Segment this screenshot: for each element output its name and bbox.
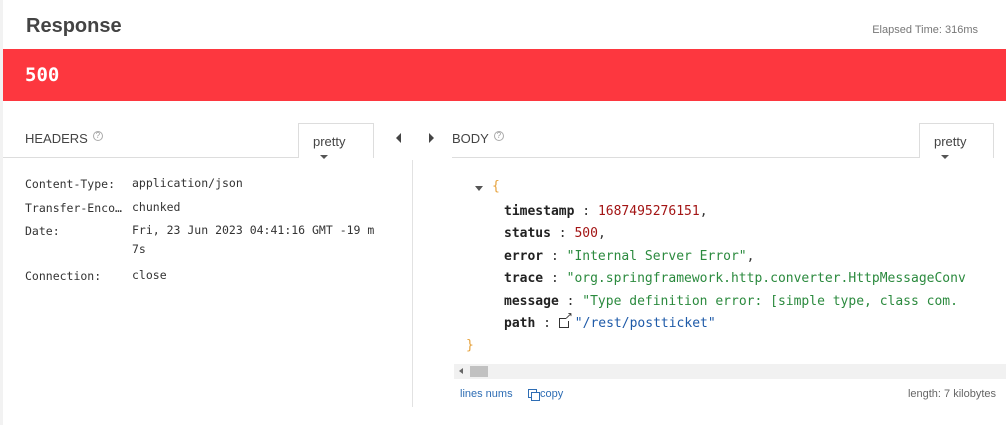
- json-sep: :: [543, 249, 567, 264]
- json-key: trace: [504, 271, 544, 286]
- header-key: Transfer-Enco…: [25, 201, 122, 215]
- json-field-path: path : "/rest/postticket": [504, 311, 716, 331]
- json-field-error: error : "Internal Server Error",: [504, 249, 754, 264]
- headers-label-text: HEADERS: [25, 131, 88, 146]
- json-sep: :: [543, 271, 567, 286]
- json-link-value[interactable]: "/rest/postticket": [575, 316, 716, 331]
- help-icon[interactable]: ?: [92, 131, 103, 141]
- json-sep: :: [558, 294, 583, 309]
- headers-label: HEADERS?: [25, 131, 103, 146]
- status-code: 500: [25, 64, 60, 86]
- collapse-left-icon[interactable]: [396, 133, 401, 143]
- response-panel: Response Elapsed Time: 316ms 500 HEADERS…: [3, 0, 1006, 425]
- body-label-text: BODY: [452, 131, 489, 146]
- json-comma: ,: [597, 226, 606, 241]
- json-value: "Internal Server Error": [566, 249, 747, 264]
- json-key: error: [504, 249, 544, 264]
- elapsed-time: Elapsed Time: 316ms: [872, 24, 978, 36]
- divider: [452, 157, 919, 158]
- divider: [3, 157, 298, 158]
- headers-format-select[interactable]: pretty: [298, 123, 374, 159]
- header-value: chunked: [132, 200, 181, 214]
- body-label: BODY?: [452, 131, 504, 146]
- horizontal-scrollbar[interactable]: [454, 364, 1006, 379]
- json-key: message: [504, 294, 559, 309]
- help-icon[interactable]: ?: [493, 131, 504, 141]
- header-value: application/json: [132, 176, 243, 190]
- json-open-brace: {: [492, 179, 500, 194]
- header-value: close: [132, 268, 167, 282]
- external-link-icon[interactable]: [558, 311, 573, 328]
- chevron-down-icon: [941, 155, 949, 159]
- json-close-brace: }: [466, 338, 474, 353]
- chevron-down-icon: [320, 155, 328, 159]
- header-key: Connection:: [25, 269, 102, 283]
- status-bar: 500: [3, 49, 1006, 101]
- json-sep: :: [574, 204, 598, 219]
- json-comma: ,: [746, 249, 755, 264]
- body-format-select[interactable]: pretty: [919, 123, 994, 159]
- response-title: Response: [26, 15, 122, 37]
- json-field-timestamp: timestamp : 1687495276151,: [504, 204, 708, 219]
- json-key: path: [504, 316, 536, 331]
- json-field-status: status : 500,: [504, 226, 606, 241]
- json-key: status: [504, 226, 551, 241]
- json-value: 1687495276151: [597, 204, 700, 219]
- collapse-toggle-icon[interactable]: [475, 186, 483, 191]
- scroll-left-icon[interactable]: [459, 368, 463, 374]
- json-value: "Type definition error: [simple type, cl…: [582, 294, 958, 309]
- header-key: Content-Type:: [25, 177, 116, 191]
- json-sep: :: [535, 316, 559, 331]
- header-key: Date:: [25, 224, 60, 238]
- json-sep: :: [550, 226, 575, 241]
- body-format-label: pretty: [934, 134, 967, 149]
- expand-right-icon[interactable]: [429, 133, 434, 143]
- json-field-message: message : "Type definition error: [simpl…: [504, 294, 1006, 309]
- json-field-trace: trace : "org.springframework.http.conver…: [504, 271, 1006, 286]
- copy-label: copy: [540, 388, 564, 400]
- copy-button[interactable]: copy: [528, 388, 564, 401]
- json-comma: ,: [699, 204, 708, 219]
- json-value: 500: [574, 226, 598, 241]
- json-value: "org.springframework.http.converter.Http…: [566, 271, 966, 286]
- body-length: length: 7 kilobytes: [907, 388, 996, 400]
- headers-format-label: pretty: [313, 134, 346, 149]
- panel-divider: [412, 160, 413, 407]
- header-value: Fri, 23 Jun 2023 04:41:16 GMT -19 m 7s: [132, 223, 375, 256]
- line-nums-toggle[interactable]: lines nums: [460, 388, 513, 400]
- scrollbar-thumb[interactable]: [470, 366, 488, 377]
- copy-icon: [528, 389, 540, 401]
- json-key: timestamp: [504, 204, 575, 219]
